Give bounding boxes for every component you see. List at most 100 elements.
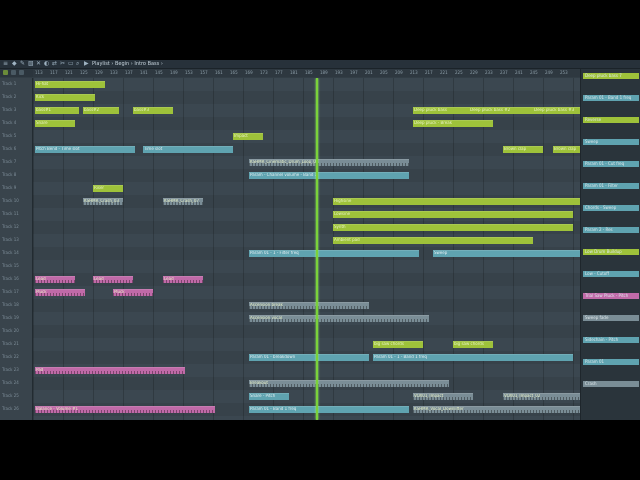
playlist-clip[interactable]: Balance - Volume #1 [35, 406, 215, 413]
playlist-clip[interactable]: VOX01_Impact_02 [503, 393, 580, 400]
scroll-left-icon[interactable] [11, 70, 16, 75]
mute-icon[interactable]: ◐ [44, 61, 49, 67]
playlist-clip[interactable]: Lead [163, 276, 203, 283]
track-header[interactable]: Track 7 [2, 159, 16, 164]
track-row[interactable] [33, 91, 580, 104]
track-header[interactable]: Track 5 [2, 133, 16, 138]
playlist-clip[interactable]: Deep pluck - Break [413, 120, 493, 127]
track-row[interactable] [33, 260, 580, 273]
paint-icon[interactable]: ▧ [28, 61, 34, 67]
track-header[interactable]: Track 2 [2, 94, 16, 99]
playlist-clip[interactable]: bass#1 [35, 107, 79, 114]
track-row[interactable] [33, 78, 580, 91]
playlist-clip[interactable]: Hi-hat [35, 81, 105, 88]
select-icon[interactable]: ▭ [68, 61, 74, 67]
playlist-clip[interactable]: Kick [35, 94, 95, 101]
playlist-clip[interactable]: KSHMR_Crash_03 [83, 198, 123, 205]
playlist-clip[interactable]: Param 01 - breakdown [249, 354, 369, 361]
playlist-clip[interactable]: VOX01_Impact [413, 393, 473, 400]
playlist-clip[interactable]: KSHMR_Crash_07 [163, 198, 203, 205]
playlist-clip[interactable]: Ascension vocal [249, 315, 429, 322]
zoom-icon[interactable]: ⌕ [76, 61, 79, 67]
playlist-clip[interactable]: Breakout [249, 380, 449, 387]
playlist-clip[interactable]: big saw chords [453, 341, 493, 348]
playlist-clip[interactable]: Highsine [333, 198, 580, 205]
playlist-clip[interactable]: Param 01 - 1 - Filter freq [249, 250, 419, 257]
playlist-clip[interactable]: Sweep [433, 250, 580, 257]
track-row[interactable] [33, 117, 580, 130]
track-header[interactable]: Track 1 [2, 81, 16, 86]
track-header[interactable]: Track 16 [2, 276, 19, 281]
track-header[interactable]: Track 22 [2, 354, 19, 359]
track-header[interactable]: Track 6 [2, 146, 16, 151]
picker-item[interactable]: Low - Cutoff [583, 271, 639, 277]
playlist-clip[interactable]: Param 01 - 1 - Band 1 freq [373, 354, 573, 361]
playlist-clip[interactable]: Deep pluck bass #2 [469, 107, 539, 114]
track-header[interactable]: Track 24 [2, 380, 19, 385]
playlist-clip[interactable]: Ascension break [249, 302, 369, 309]
magnet-icon[interactable] [3, 70, 8, 75]
playhead[interactable] [316, 78, 318, 420]
track-header[interactable]: Track 18 [2, 302, 19, 307]
delete-icon[interactable]: ✕ [36, 61, 41, 67]
picker-item[interactable]: Param 01 - Cut freq [583, 161, 639, 167]
picker-item[interactable]: Param 01 [583, 359, 639, 365]
track-header[interactable]: Track 15 [2, 263, 19, 268]
track-header[interactable]: Track 10 [2, 198, 19, 203]
playlist-clip[interactable]: Param - Channel volume - Band 1 [249, 172, 409, 179]
playlist-clip[interactable]: Riser [93, 185, 123, 192]
track-header[interactable]: Track 3 [2, 107, 16, 112]
playlist-clip[interactable]: Snare [35, 120, 75, 127]
track-header[interactable]: Track 9 [2, 185, 16, 190]
picker-item[interactable]: Crash [583, 381, 639, 387]
playlist-clip[interactable]: KSHMR_Cinematic_Drum_Loop_01 [249, 159, 409, 166]
picker-item[interactable]: Low Drum Buildup [583, 249, 639, 255]
picker-item[interactable]: Sweep fade [583, 315, 639, 321]
picker-item[interactable]: Sweep [583, 139, 639, 145]
playlist-clip[interactable]: Pad [35, 367, 185, 374]
playlist-clip[interactable]: Snare - Pitch [249, 393, 289, 400]
track-row[interactable] [33, 390, 580, 403]
track-header[interactable]: Track 25 [2, 393, 19, 398]
playlist-clip[interactable]: big saw chords [373, 341, 423, 348]
playlist-clip[interactable]: bass#2 [83, 107, 119, 114]
playlist-clip[interactable]: Ambient pad [333, 237, 533, 244]
menu-icon[interactable]: ≡ [3, 61, 8, 67]
track-header[interactable]: Track 4 [2, 120, 16, 125]
playlist-clip[interactable]: Impact [233, 133, 263, 140]
playlist-clip[interactable]: Brown clap [503, 146, 543, 153]
track-header[interactable]: Track 8 [2, 172, 16, 177]
playback-icon[interactable]: ▶ [84, 61, 89, 67]
track-row[interactable] [33, 130, 580, 143]
picker-item[interactable]: Reverse [583, 117, 639, 123]
picker-item[interactable]: Param 01 - Band 1 freq [583, 95, 639, 101]
track-header[interactable]: Track 14 [2, 250, 19, 255]
playlist-clip[interactable]: Lead [35, 276, 75, 283]
scroll-right-icon[interactable] [19, 70, 24, 75]
playlist-clip[interactable]: Pluck [35, 289, 85, 296]
picker-item[interactable]: Param 01 - Filter [583, 183, 639, 189]
picker-item[interactable]: Chords - Sweep [583, 205, 639, 211]
playlist-clip[interactable]: Deep pluck bass #3 [533, 107, 580, 114]
track-header[interactable]: Track 23 [2, 367, 19, 372]
snap-icon[interactable]: ◆ [12, 61, 17, 67]
track-row[interactable] [33, 338, 580, 351]
picker-item[interactable]: Param 2 - Res [583, 227, 639, 233]
playlist-grid[interactable]: Hi-hat Kick bass#1 bass#2 bass#3 Deep pluck b… [33, 78, 580, 420]
track-header[interactable]: Track 20 [2, 328, 19, 333]
timeline-ruler[interactable]: 113 117 121 125 129 133 137 141 145 149 153 157 161 1… [33, 69, 580, 77]
track-header[interactable]: Track 21 [2, 341, 19, 346]
picker-item[interactable]: Deep pluck bass 7 [583, 73, 639, 79]
slip-icon[interactable]: ⇄ [52, 61, 57, 67]
track-header[interactable]: Track 26 [2, 406, 19, 411]
playlist-clip[interactable]: Brown clap [553, 146, 580, 153]
playlist-clip[interactable]: KSHMR_Vocal_Downlifter [413, 406, 580, 413]
track-header[interactable]: Track 13 [2, 237, 19, 242]
picker-item[interactable]: Sidechain - Pitch [583, 337, 639, 343]
playlist-clip[interactable]: bass#3 [133, 107, 173, 114]
slice-icon[interactable]: ✂ [60, 61, 65, 67]
playlist-clip[interactable]: Synth [333, 224, 573, 231]
playlist-clip[interactable]: Lowsine [333, 211, 573, 218]
track-header[interactable]: Track 19 [2, 315, 19, 320]
playlist-clip[interactable]: Param 01 - Band 1 freq [249, 406, 409, 413]
